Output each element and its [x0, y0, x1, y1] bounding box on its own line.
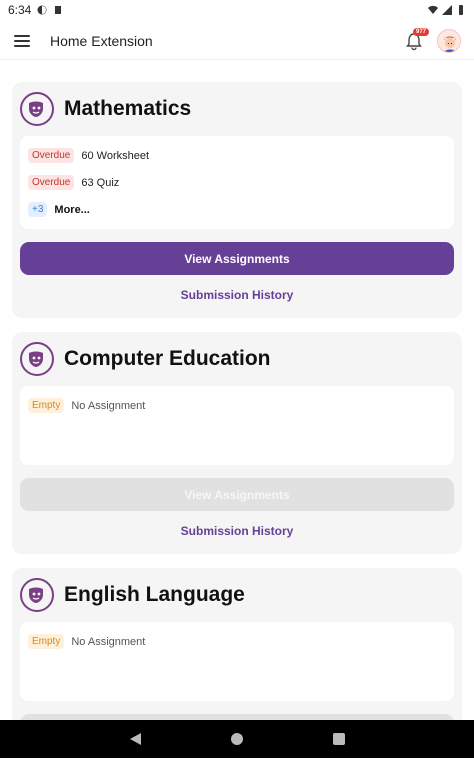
- avatar[interactable]: [437, 29, 461, 53]
- subject-card-mathematics: Mathematics Overdue 60 Worksheet Overdue…: [12, 82, 462, 318]
- notification-button[interactable]: 977: [404, 28, 430, 51]
- assignment-row[interactable]: Overdue 60 Worksheet: [28, 142, 446, 169]
- assignment-list: Empty No Assignment: [20, 622, 454, 701]
- app-bar: Home Extension 977: [0, 22, 474, 60]
- user-avatar-icon: [438, 30, 460, 52]
- more-label: More...: [54, 203, 90, 216]
- card-header: Mathematics: [20, 90, 454, 128]
- assignment-list: Empty No Assignment: [20, 386, 454, 465]
- page-title: Home Extension: [50, 32, 153, 49]
- subject-title: English Language: [64, 583, 245, 606]
- subject-card-computer-education: Computer Education Empty No Assignment V…: [12, 332, 462, 554]
- system-nav-bar: [0, 720, 474, 758]
- card-header: English Language: [20, 576, 454, 614]
- subject-list: Mathematics Overdue 60 Worksheet Overdue…: [12, 82, 462, 769]
- view-assignments-button[interactable]: View Assignments: [20, 242, 454, 275]
- subject-title: Mathematics: [64, 97, 192, 120]
- submission-history-link[interactable]: Submission History: [20, 524, 454, 538]
- theater-mask-icon: [20, 342, 54, 376]
- assignment-list: Overdue 60 Worksheet Overdue 63 Quiz +3 …: [20, 136, 454, 229]
- back-icon[interactable]: [129, 733, 141, 745]
- assignment-row: Empty No Assignment: [28, 392, 446, 419]
- theater-mask-icon: [20, 92, 54, 126]
- view-assignments-button[interactable]: View Assignments: [20, 478, 454, 511]
- assignment-row: Empty No Assignment: [28, 628, 446, 655]
- count-badge: +3: [28, 202, 48, 217]
- status-badge: Overdue: [28, 175, 75, 190]
- assignment-label: No Assignment: [71, 399, 146, 412]
- home-icon[interactable]: [230, 733, 243, 745]
- sd-card-icon: [55, 6, 62, 14]
- status-badge: Empty: [28, 398, 65, 413]
- recent-apps-icon[interactable]: [332, 733, 345, 745]
- status-time: 6:34: [8, 3, 32, 17]
- notification-badge: 977: [413, 28, 430, 36]
- card-header: Computer Education: [20, 340, 454, 378]
- assignment-label: No Assignment: [71, 635, 146, 648]
- theater-mask-icon: [20, 578, 54, 612]
- wifi-icon: [428, 5, 438, 15]
- battery-icon: [459, 5, 463, 15]
- status-badge: Overdue: [28, 148, 75, 163]
- submission-history-link[interactable]: Submission History: [20, 288, 454, 302]
- menu-icon[interactable]: [14, 34, 30, 47]
- assignment-label: 63 Quiz: [81, 176, 120, 189]
- subject-title: Computer Education: [64, 347, 271, 370]
- more-assignments-row[interactable]: +3 More...: [28, 196, 446, 223]
- app-notification-icon: [37, 5, 47, 15]
- signal-icon: [442, 5, 452, 15]
- assignment-row[interactable]: Overdue 63 Quiz: [28, 169, 446, 196]
- status-badge: Empty: [28, 634, 65, 649]
- status-bar: 6:34: [0, 0, 474, 20]
- assignment-label: 60 Worksheet: [81, 149, 150, 162]
